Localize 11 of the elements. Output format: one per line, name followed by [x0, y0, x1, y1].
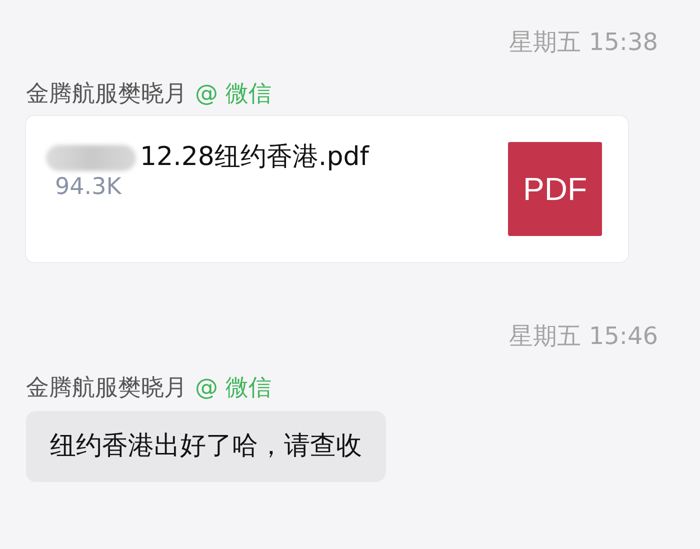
message-bubble: 纽约香港出好了哈，请查收 — [26, 410, 386, 482]
sender-tag: @ 微信 — [195, 375, 272, 403]
file-name: 12.28纽约香港.pdf — [140, 142, 369, 174]
timestamp: 星期五 15:46 — [509, 322, 658, 352]
timestamp: 星期五 15:38 — [509, 28, 658, 57]
sender-name: 金腾航服樊晓月 — [26, 375, 187, 403]
sender-name: 金腾航服樊晓月 — [26, 80, 187, 108]
file-size: 94.3K — [55, 174, 123, 202]
file-card[interactable]: 12.28纽约香港.pdf 94.3K PDF — [26, 116, 628, 262]
sender-tag: @ 微信 — [195, 80, 272, 108]
file-type-icon: PDF — [508, 142, 602, 236]
